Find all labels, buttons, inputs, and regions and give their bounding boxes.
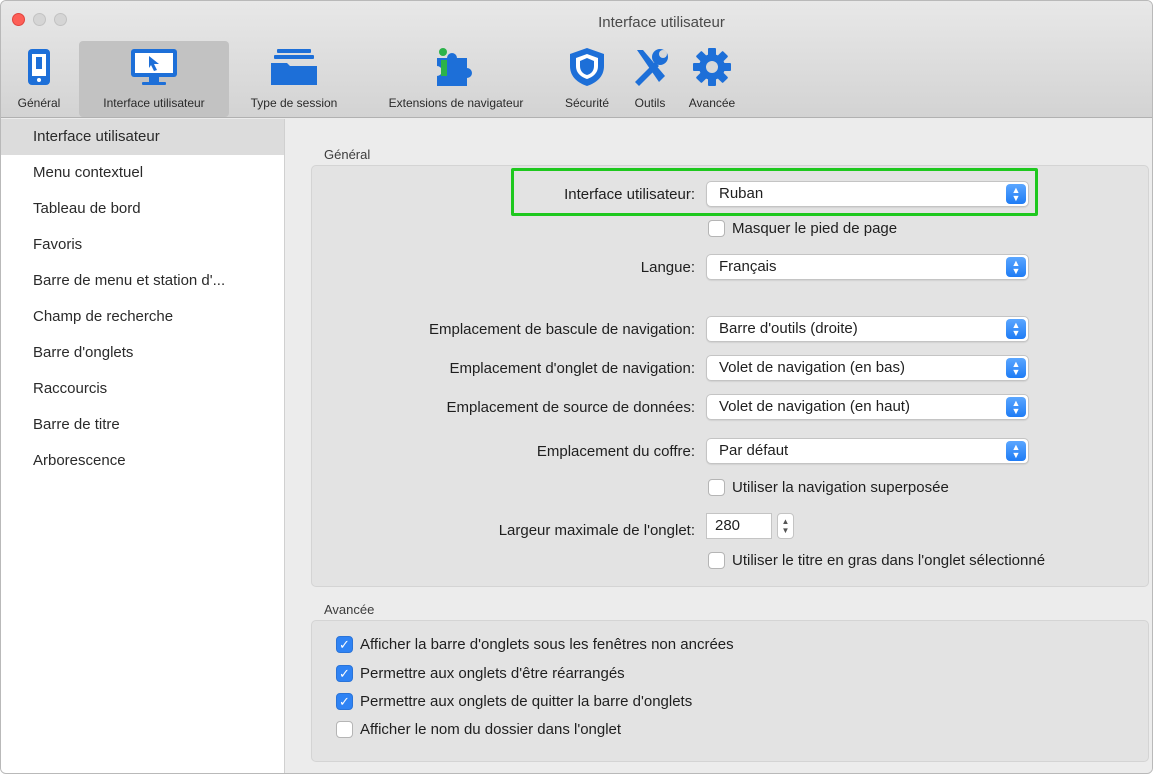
ui-mode-select[interactable]: Ruban ▲ ▼	[706, 181, 1029, 207]
vault-location-label: Emplacement du coffre:	[536, 443, 695, 460]
select-stepper-icon: ▲ ▼	[1006, 441, 1026, 461]
max-tab-width-label: Largeur maximale de l'onglet:	[498, 522, 695, 539]
folders-icon	[233, 45, 355, 89]
data-source-location-label: Emplacement de source de données:	[446, 399, 696, 416]
checkmark-icon: ✓	[336, 636, 353, 653]
language-select[interactable]: Français ▲ ▼	[706, 254, 1029, 280]
data-source-location-select[interactable]: Volet de navigation (en haut) ▲ ▼	[706, 394, 1029, 420]
checkbox-box	[708, 552, 725, 569]
tools-icon	[623, 45, 677, 89]
checkbox-box	[336, 721, 353, 738]
max-tab-width-stepper[interactable]: ▲ ▼	[777, 513, 794, 539]
toolbar-security[interactable]: Sécurité	[553, 41, 621, 117]
checkmark-icon: ✓	[336, 693, 353, 710]
select-stepper-icon: ▲ ▼	[1006, 184, 1026, 204]
settings-panel: Général Interface utilisateur: Ruban ▲ ▼ …	[286, 119, 1152, 773]
checkbox-box	[708, 220, 725, 237]
show-folder-name-checkbox[interactable]: Afficher le nom du dossier dans l'onglet	[336, 721, 621, 738]
shield-icon	[553, 45, 621, 89]
checkbox-box	[708, 479, 725, 496]
max-tab-width-input[interactable]: 280	[706, 513, 772, 539]
show-tab-bar-undocked-checkbox[interactable]: ✓ Afficher la barre d'onglets sous les f…	[336, 636, 734, 653]
sidebar-item-search-field[interactable]: Champ de recherche	[1, 299, 284, 335]
toolbar-tools[interactable]: Outils	[623, 41, 677, 117]
sidebar-item-favorites[interactable]: Favoris	[1, 227, 284, 263]
general-group-title: Général	[324, 147, 371, 162]
window-title: Interface utilisateur	[598, 14, 725, 31]
ui-mode-label: Interface utilisateur:	[564, 186, 695, 203]
toolbar-browser-extensions[interactable]: Extensions de navigateur	[361, 41, 551, 117]
bold-tab-title-checkbox[interactable]: Utiliser le titre en gras dans l'onglet …	[708, 552, 1045, 569]
overlay-navigation-checkbox[interactable]: Utiliser la navigation superposée	[708, 479, 949, 496]
allow-tab-reorder-checkbox[interactable]: ✓ Permettre aux onglets d'être réarrangé…	[336, 665, 625, 682]
sidebar-item-tab-bar[interactable]: Barre d'onglets	[1, 335, 284, 371]
select-stepper-icon: ▲ ▼	[1006, 319, 1026, 339]
advanced-group-title: Avancée	[324, 602, 375, 617]
sidebar-item-title-bar[interactable]: Barre de titre	[1, 407, 284, 443]
toolbar-session-type[interactable]: Type de session	[233, 41, 355, 117]
sidebar-item-shortcuts[interactable]: Raccourcis	[1, 371, 284, 407]
phone-icon	[7, 45, 71, 89]
select-stepper-icon: ▲ ▼	[1006, 358, 1026, 378]
hide-footer-checkbox[interactable]: Masquer le pied de page	[708, 220, 897, 237]
language-label: Langue:	[640, 259, 695, 276]
monitor-cursor-icon	[79, 45, 229, 89]
vault-location-select[interactable]: Par défaut ▲ ▼	[706, 438, 1029, 464]
nav-tab-location-label: Emplacement d'onglet de navigation:	[449, 360, 695, 377]
preferences-window: Interface utilisateur Général Interface …	[0, 0, 1153, 774]
toolbar-user-interface[interactable]: Interface utilisateur	[79, 41, 229, 117]
select-stepper-icon: ▲ ▼	[1006, 257, 1026, 277]
nav-tab-location-select[interactable]: Volet de navigation (en bas) ▲ ▼	[706, 355, 1029, 381]
gear-icon	[679, 45, 745, 89]
sidebar-item-dashboard[interactable]: Tableau de bord	[1, 191, 284, 227]
sidebar-item-context-menu[interactable]: Menu contextuel	[1, 155, 284, 191]
sidebar-item-user-interface[interactable]: Interface utilisateur	[1, 119, 284, 155]
settings-sidebar: Interface utilisateur Menu contextuel Ta…	[1, 119, 285, 773]
title-bar: Interface utilisateur Général Interface …	[1, 1, 1152, 118]
allow-tab-detach-checkbox[interactable]: ✓ Permettre aux onglets de quitter la ba…	[336, 693, 692, 710]
toolbar-general[interactable]: Général	[7, 41, 71, 117]
sidebar-item-menu-bar-dock[interactable]: Barre de menu et station d'...	[1, 263, 284, 299]
checkmark-icon: ✓	[336, 665, 353, 682]
puzzle-icon	[361, 45, 551, 89]
toolbar-advanced[interactable]: Avancée	[679, 41, 745, 117]
nav-toggle-location-label: Emplacement de bascule de navigation:	[428, 321, 695, 338]
nav-toggle-location-select[interactable]: Barre d'outils (droite) ▲ ▼	[706, 316, 1029, 342]
sidebar-item-tree[interactable]: Arborescence	[1, 443, 284, 479]
select-stepper-icon: ▲ ▼	[1006, 397, 1026, 417]
